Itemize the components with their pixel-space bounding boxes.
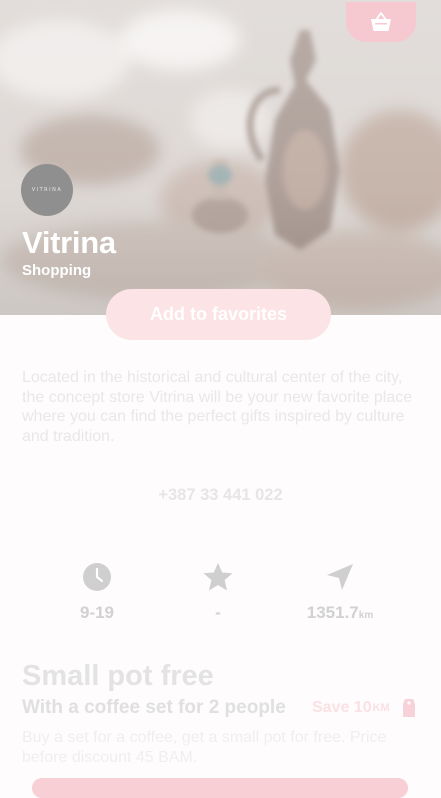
navigation-arrow-icon <box>327 564 353 590</box>
offer-description: Buy a set for a coffee, get a small pot … <box>22 729 387 766</box>
hours-value: 9-19 <box>79 603 115 622</box>
price-tag-icon <box>402 699 415 717</box>
place-category: Shopping <box>22 262 92 279</box>
logo-text: VITRINA <box>31 187 63 193</box>
phone-number[interactable]: +387 33 441 022 <box>0 486 441 505</box>
savings-unit: KM <box>372 702 390 714</box>
basket-button[interactable] <box>346 2 416 42</box>
store-logo: VITRINA <box>21 164 73 216</box>
distance-unit: km <box>358 610 374 621</box>
place-title: Vitrina <box>22 225 116 260</box>
stat-rating: - <box>158 562 278 623</box>
distance-value: 1351.7km <box>280 603 400 623</box>
place-description: Located in the historical and cultural c… <box>22 369 413 445</box>
offer-title: Small pot free <box>22 660 214 692</box>
offer-action-button[interactable] <box>32 778 408 798</box>
clock-icon <box>83 563 111 591</box>
offer-savings: Save 10 KM <box>312 698 416 718</box>
star-icon <box>203 563 233 591</box>
rating-value: - <box>215 603 221 622</box>
stat-hours: 9-19 <box>37 562 157 623</box>
offer-subtitle: With a coffee set for 2 people <box>22 697 286 718</box>
basket-icon <box>371 12 391 31</box>
stat-distance: 1351.7km <box>280 562 400 623</box>
savings-amount: Save 10 <box>312 699 372 716</box>
distance-number: 1351.7 <box>306 603 359 622</box>
add-to-favorites-button[interactable]: Add to favorites <box>106 289 331 340</box>
